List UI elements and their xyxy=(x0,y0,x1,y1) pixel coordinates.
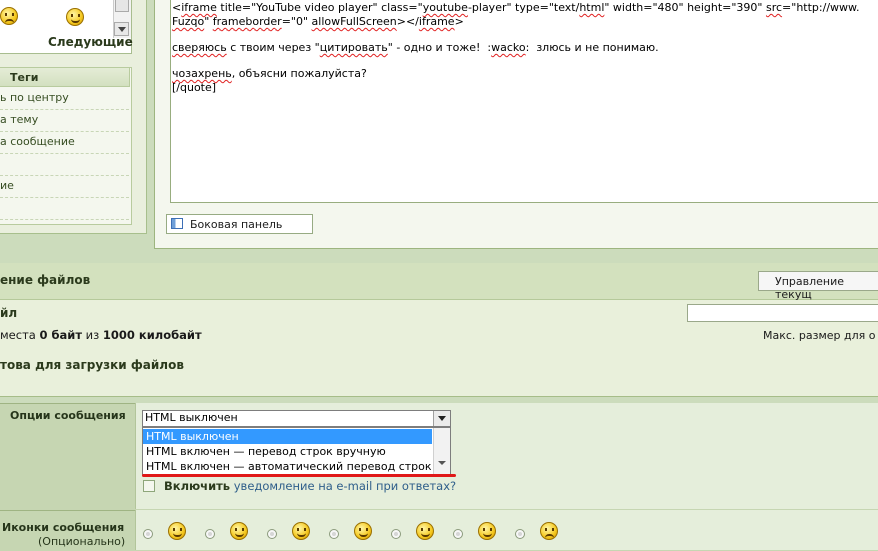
email-notify-checkbox[interactable] xyxy=(143,480,155,492)
tag-item[interactable] xyxy=(0,197,129,220)
editor-line: Fuzqo" frameborder="0" allowFullScreen><… xyxy=(172,15,464,28)
smilies-scroll-thumb[interactable] xyxy=(115,0,129,12)
message-icon-radio[interactable] xyxy=(143,529,153,539)
cool-icon-2 xyxy=(292,522,310,540)
cool-icon xyxy=(230,522,248,540)
dropdown-scrollbar[interactable] xyxy=(433,428,450,474)
tag-item[interactable]: ие xyxy=(0,175,129,198)
side-panel-icon xyxy=(171,218,183,229)
tag-item[interactable]: ь по центру xyxy=(0,87,129,110)
space-info-prefix: места xyxy=(0,328,40,342)
space-info-middle: из xyxy=(82,328,103,342)
tag-item[interactable]: а тему xyxy=(0,109,129,132)
manage-attachments-label: Управление текущ xyxy=(775,275,845,301)
grin-smiley-icon[interactable] xyxy=(66,8,84,26)
tag-item[interactable]: а сообщение xyxy=(0,131,129,154)
html-mode-selected-value: HTML выключен xyxy=(145,411,238,424)
shocked-icon xyxy=(416,522,434,540)
message-icon-radio[interactable] xyxy=(453,529,463,539)
frown-smiley-icon[interactable] xyxy=(0,7,18,25)
chevron-down-icon[interactable] xyxy=(433,411,450,426)
editor-line: [/quote] xyxy=(172,81,217,94)
smile-icon xyxy=(168,522,186,540)
message-icon-radio[interactable] xyxy=(391,529,401,539)
message-icon-radio[interactable] xyxy=(515,529,525,539)
space-used: 0 байт xyxy=(39,328,83,342)
wink-icon xyxy=(354,522,372,540)
editor-line: чозахрень, объясни пожалуйста? xyxy=(172,67,367,80)
ready-files-title: това для загрузки файлов xyxy=(0,358,184,372)
editor-line: <iframe title="YouTube video player" cla… xyxy=(172,1,860,14)
email-notify-text: уведомление на e-mail при ответах? xyxy=(230,479,457,493)
file-label: йл xyxy=(0,306,18,320)
message-textarea[interactable] xyxy=(170,0,878,203)
email-notify-strong: Включить xyxy=(164,479,231,493)
tag-item[interactable] xyxy=(0,153,129,176)
angry-icon xyxy=(540,522,558,540)
email-notify-label[interactable]: Включить уведомление на e-mail при ответ… xyxy=(164,479,456,493)
attachments-title: ение файлов xyxy=(0,273,91,287)
file-input[interactable] xyxy=(687,304,878,322)
dropdown-option-html-off[interactable]: HTML выключен xyxy=(143,429,432,444)
annotation-underline xyxy=(142,474,456,477)
tags-title: Теги xyxy=(10,71,39,84)
max-size-label: Макс. размер для о xyxy=(763,329,876,342)
biggrin-icon xyxy=(478,522,496,540)
editor-line: сверяюсь с твоим через "цитировать" - од… xyxy=(172,41,659,54)
message-icon-radio[interactable] xyxy=(329,529,339,539)
message-icon-radio[interactable] xyxy=(267,529,277,539)
dropdown-option-html-manual[interactable]: HTML включен — перевод строк вручную xyxy=(143,444,432,459)
message-icons-sublabel: (Опционально) xyxy=(38,535,126,548)
scroll-down-arrow-icon[interactable] xyxy=(114,22,129,36)
message-options-label: Опции сообщения xyxy=(10,409,126,422)
attachments-header xyxy=(0,263,878,300)
dropdown-option-html-auto[interactable]: HTML включен — автоматический перевод ст… xyxy=(143,459,432,474)
message-icons-label: Иконки сообщения xyxy=(2,521,125,534)
message-icon-radio[interactable] xyxy=(205,529,215,539)
space-info: места 0 байт из 1000 килобайт xyxy=(0,328,202,342)
side-panel-label: Боковая панель xyxy=(190,218,283,231)
space-limit: 1000 килобайт xyxy=(102,328,202,342)
next-smilies-link[interactable]: Следующие xyxy=(48,35,133,49)
